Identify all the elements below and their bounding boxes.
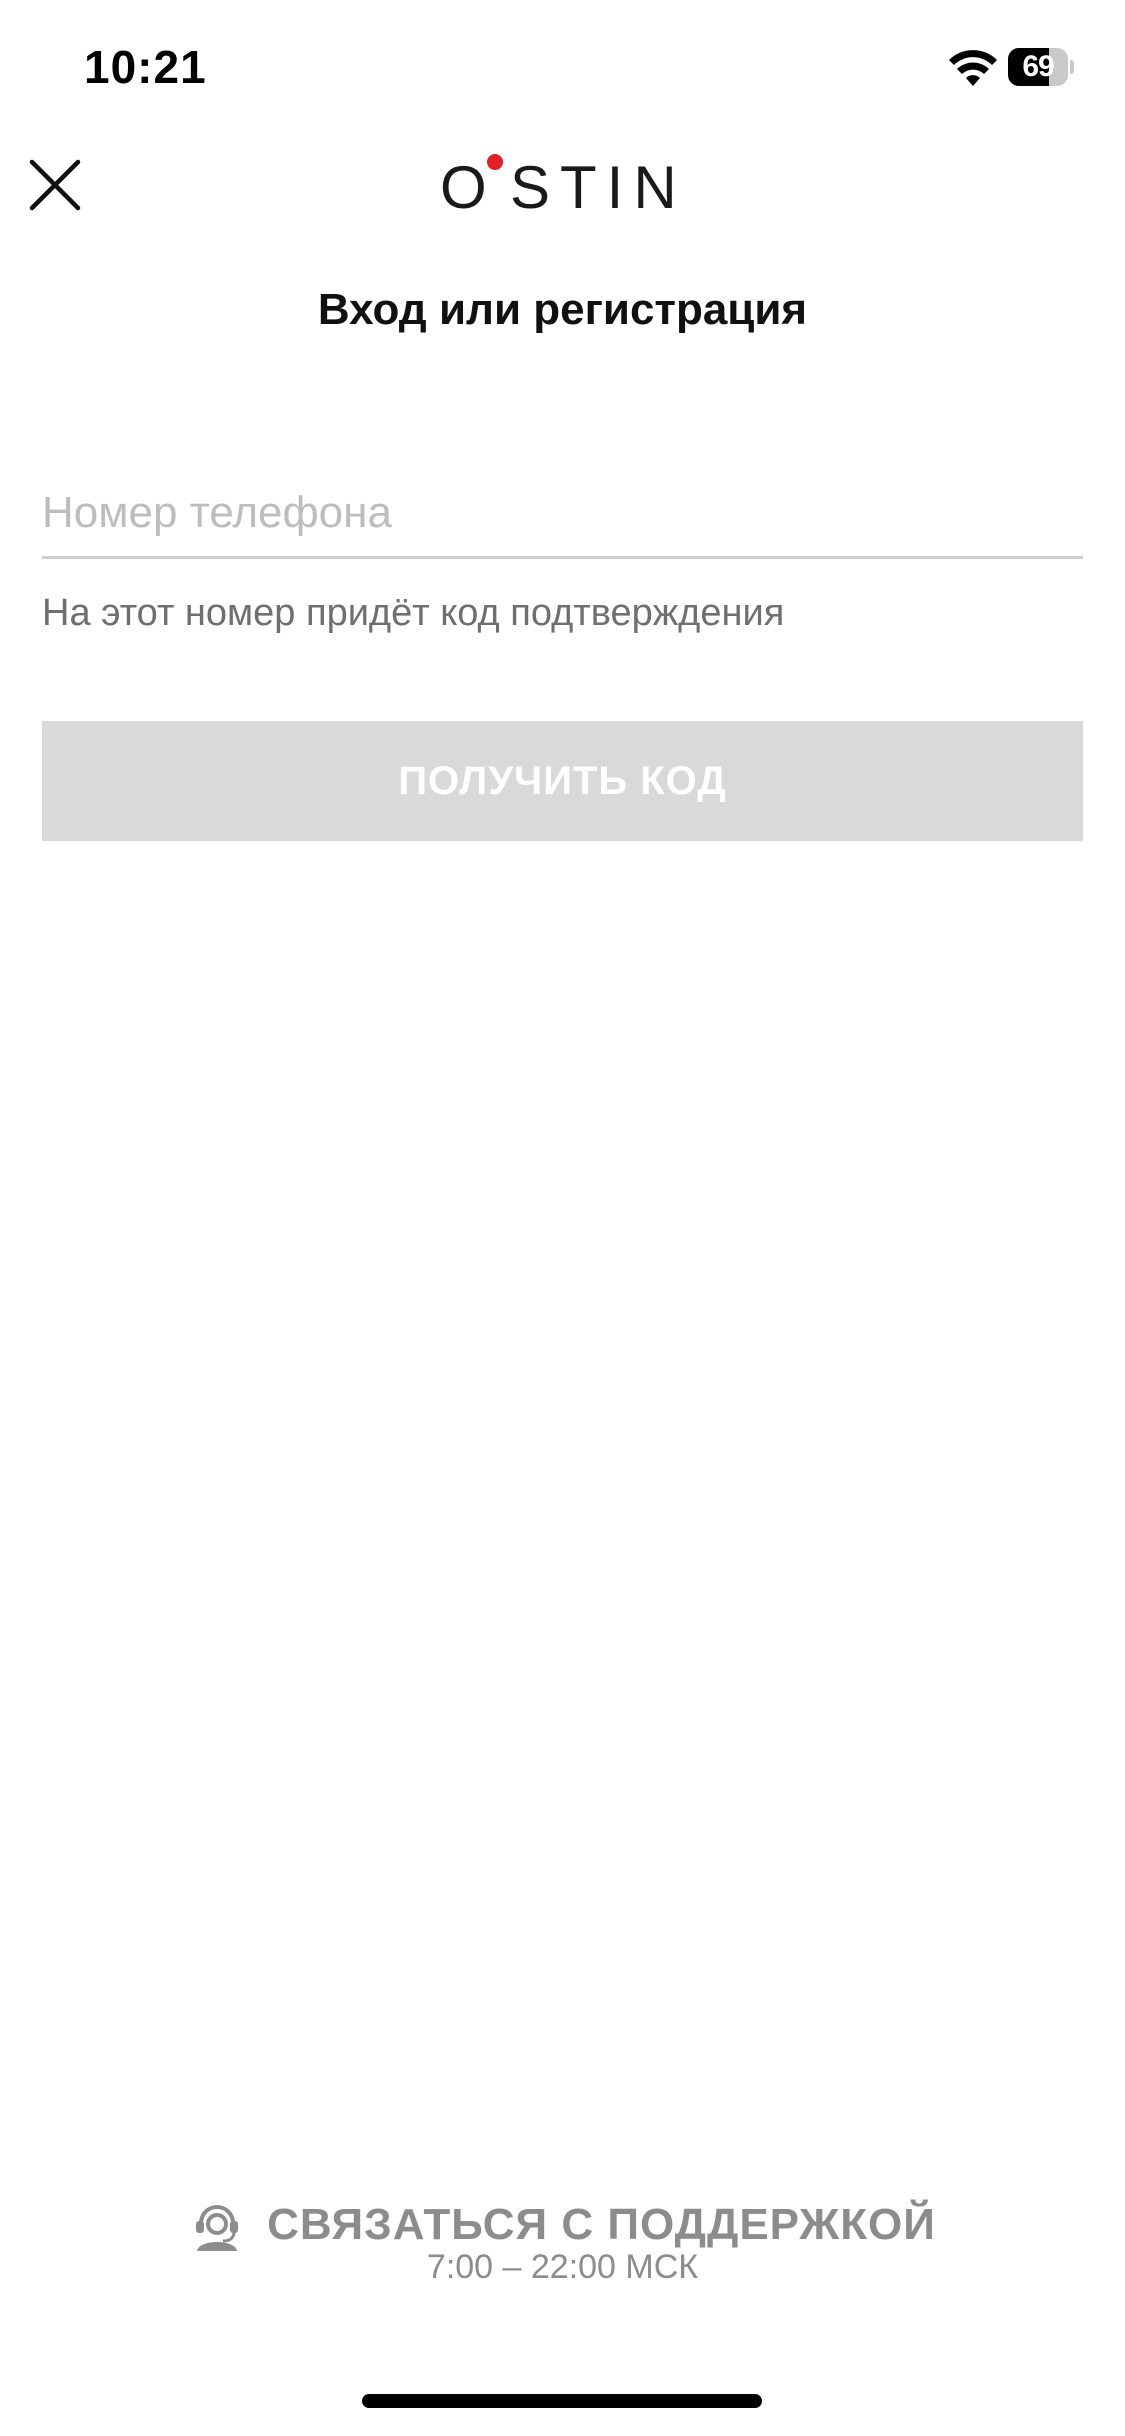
battery-icon: 69 — [1008, 48, 1074, 86]
close-icon — [29, 159, 81, 211]
phone-input[interactable] — [42, 470, 1083, 559]
page-title: Вход или регистрация — [317, 285, 808, 334]
close-button[interactable] — [24, 154, 86, 216]
status-time: 10:21 — [84, 41, 207, 93]
svg-text:STIN: STIN — [510, 154, 685, 220]
login-screen: 10:21 69 O STIN Вход или регистрация Ном… — [0, 0, 1125, 2436]
support-hours: 7:00 – 22:00 МСК — [426, 2248, 699, 2286]
support-label: СВЯЗАТЬСЯ С ПОДДЕРЖКОЙ — [267, 2200, 936, 2249]
battery-level: 69 — [1022, 50, 1054, 83]
home-indicator[interactable] — [362, 2394, 762, 2408]
brand-logo: O STIN — [440, 150, 685, 221]
get-code-button[interactable]: ПОЛУЧИТЬ КОД — [42, 721, 1083, 841]
status-bar: 10:21 69 — [0, 0, 1125, 130]
support-headset-icon — [189, 2197, 245, 2253]
phone-hint: На этот номер придёт код подтверждения — [42, 592, 785, 634]
wifi-icon — [948, 50, 998, 88]
